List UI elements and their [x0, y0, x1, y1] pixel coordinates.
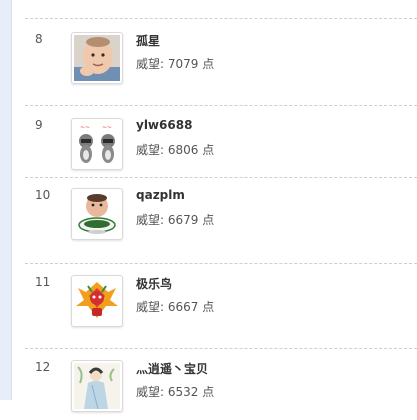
row-divider	[25, 105, 417, 106]
list-item[interactable]: 11 极乐鸟 威望: 6667 点	[25, 275, 417, 335]
user-name[interactable]: 极乐鸟	[136, 275, 172, 292]
row-divider	[25, 263, 417, 264]
prestige-label: 威望:	[136, 300, 165, 314]
ranking-list: 8 孤星 威望: 7079 点 9 ~~ ~~ ylw6688 威望: 6806…	[25, 0, 417, 412]
rank-number: 11	[35, 275, 51, 289]
prestige-score: 威望: 7079 点	[136, 55, 214, 72]
prestige-label: 威望:	[136, 143, 165, 157]
prestige-value: 7079	[167, 57, 199, 71]
row-divider	[25, 18, 417, 19]
list-item[interactable]: 10 qazplm 威望: 6679 点	[25, 188, 417, 248]
rank-number: 8	[35, 32, 43, 46]
left-scroll-strip	[0, 0, 12, 400]
prestige-score: 威望: 6532 点	[136, 383, 214, 400]
svg-text:~~: ~~	[80, 124, 90, 131]
row-divider	[25, 348, 417, 349]
prestige-value: 6679	[167, 213, 199, 227]
user-name[interactable]: 孤星	[136, 32, 160, 49]
list-item[interactable]: 12 灬逍遥丶宝贝 威望: 6532 点	[25, 360, 417, 420]
rank-number: 9	[35, 118, 43, 132]
baby-tea-cup-avatar-icon[interactable]	[71, 188, 123, 240]
rank-number: 10	[35, 188, 51, 202]
prestige-score: 威望: 6667 点	[136, 298, 214, 315]
prestige-label: 威望:	[136, 213, 165, 227]
prestige-label: 威望:	[136, 57, 165, 71]
baby-photo-avatar-icon[interactable]	[71, 32, 123, 84]
prestige-unit: 点	[202, 57, 215, 71]
bird-mascot-avatar-icon[interactable]	[71, 275, 123, 327]
user-name[interactable]: ylw6688	[136, 118, 192, 132]
prestige-score: 威望: 6806 点	[136, 141, 214, 158]
prestige-unit: 点	[202, 300, 215, 314]
svg-text:~~: ~~	[102, 124, 112, 131]
raccoon-cartoon-avatar-icon[interactable]: ~~ ~~	[71, 118, 123, 170]
rank-number: 12	[35, 360, 51, 374]
prestige-value: 6667	[167, 300, 199, 314]
list-item[interactable]: 8 孤星 威望: 7079 点	[25, 32, 417, 92]
prestige-unit: 点	[202, 213, 215, 227]
row-divider	[25, 177, 417, 178]
prestige-value: 6806	[167, 143, 199, 157]
prestige-unit: 点	[202, 385, 215, 399]
list-item[interactable]: 9 ~~ ~~ ylw6688 威望: 6806 点	[25, 118, 417, 178]
prestige-score: 威望: 6679 点	[136, 211, 214, 228]
prestige-value: 6532	[167, 385, 199, 399]
user-name[interactable]: 灬逍遥丶宝贝	[136, 360, 208, 377]
user-name[interactable]: qazplm	[136, 188, 185, 202]
prestige-unit: 点	[202, 143, 215, 157]
prestige-label: 威望:	[136, 385, 165, 399]
girl-painting-avatar-icon[interactable]	[71, 360, 123, 412]
